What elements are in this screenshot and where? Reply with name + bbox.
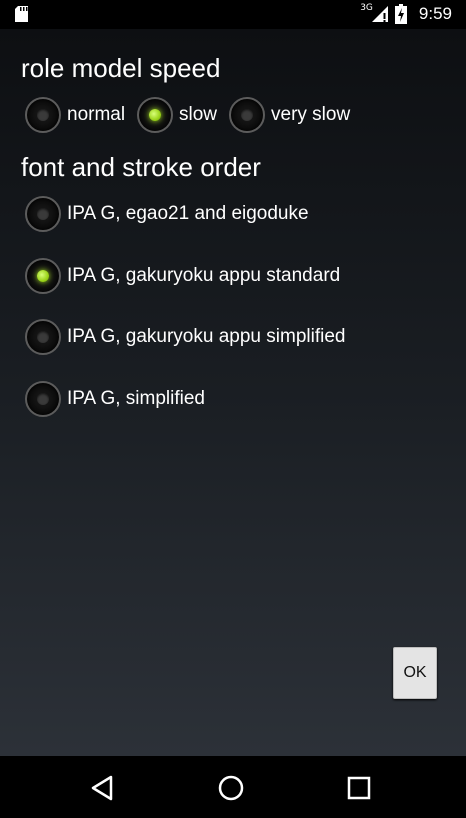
back-icon[interactable] [89,774,117,802]
radio-font-gakuryoku-simplified[interactable]: IPA G, gakuryoku appu simplified [25,319,345,355]
radio-indicator [37,208,49,220]
radio-indicator [37,393,49,405]
ok-button[interactable]: OK [393,647,437,699]
radio-button[interactable] [25,258,61,294]
radio-button[interactable] [25,319,61,355]
radio-button[interactable] [25,97,61,133]
radio-indicator [37,331,49,343]
radio-button[interactable] [229,97,265,133]
radio-indicator [241,109,253,121]
clock: 9:59 [418,4,452,23]
status-bar: 3G 9:59 [0,0,466,29]
radio-font-egao21[interactable]: IPA G, egao21 and eigoduke [25,196,309,232]
radio-speed-slow[interactable]: slow [137,97,217,133]
radio-label: normal [67,104,126,125]
radio-speed-very-slow[interactable]: very slow [229,97,350,133]
radio-label: very slow [271,104,351,125]
radio-button[interactable] [137,97,173,133]
network-type: 3G [360,3,373,13]
recents-icon[interactable] [345,774,373,802]
radio-label: IPA G, gakuryoku appu standard [67,265,341,286]
radio-font-simplified[interactable]: IPA G, simplified [25,381,205,417]
radio-button[interactable] [25,196,61,232]
radio-label: IPA G, simplified [67,388,205,409]
radio-font-gakuryoku-standard[interactable]: IPA G, gakuryoku appu standard [25,258,340,294]
status-icons: 3G 9:59 [360,3,452,25]
font-section-title: font and stroke order [21,152,261,182]
radio-button[interactable] [25,381,61,417]
signal-icon [371,5,389,23]
radio-indicator [149,109,161,121]
radio-speed-normal[interactable]: normal [25,97,125,133]
radio-label: IPA G, egao21 and eigoduke [67,203,309,224]
speed-section-title: role model speed [21,53,221,83]
radio-label: IPA G, gakuryoku appu simplified [67,326,346,347]
battery-charging-icon [394,4,407,24]
radio-indicator [37,109,49,121]
home-icon[interactable] [217,774,245,802]
radio-indicator [37,270,49,282]
navigation-bar [0,756,466,818]
sd-card-icon [14,5,32,23]
radio-label: slow [179,104,218,125]
